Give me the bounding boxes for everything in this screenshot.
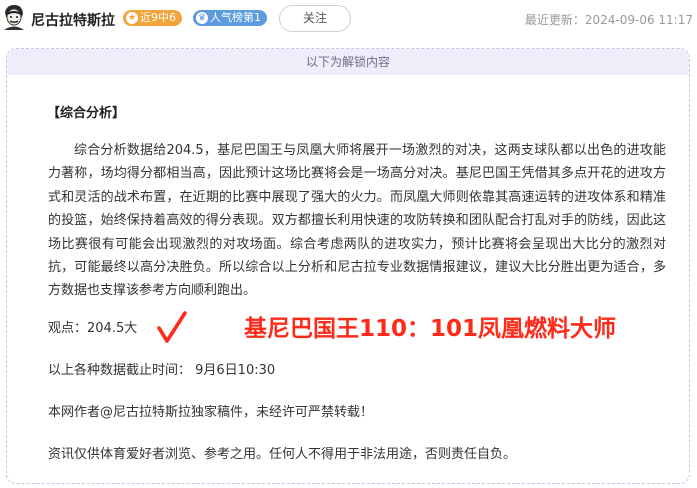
unlock-banner: 以下为解锁内容 — [7, 49, 689, 75]
section-title: 【综合分析】 — [47, 106, 126, 121]
author-name[interactable]: 尼古拉特斯拉 — [31, 10, 115, 30]
unlocked-content-card: 以下为解锁内容 【综合分析】 综合分析数据给204.5，基尼巴国王与凤凰大师将展… — [6, 48, 690, 484]
streak-badge-label: 近9中6 — [140, 11, 176, 24]
avatar-portrait-icon — [2, 4, 26, 30]
cutoff-time-line: 以上各种数据截止时间： 9月6日10:30 — [48, 363, 276, 378]
viewpoint-line: 观点：204.5大 — [48, 321, 138, 336]
disclaimer: 资讯仅供体育爱好者浏览、参考之用。任何人不得用于非法用途，否则责任自负。 — [48, 447, 517, 462]
analysis-paragraph: 综合分析数据给204.5，基尼巴国王与凤凰大师将展开一场激烈的对决，这两支球队都… — [48, 143, 666, 299]
update-time: 最近更新：2024-09-06 11:17 — [524, 13, 693, 27]
avatar[interactable] — [2, 4, 26, 30]
checkmark-icon — [157, 311, 187, 343]
popularity-badge: ♛ 人气榜第1 — [193, 10, 267, 26]
result-overlay: 基尼巴国王110：101凤凰燃料大师 — [244, 316, 617, 342]
follow-button[interactable]: 关注 — [279, 5, 351, 32]
copyright-note: 本网作者@尼古拉特斯拉独家稿件，未经许可严禁转载！ — [48, 405, 374, 420]
trophy-icon: ♛ — [196, 12, 208, 24]
streak-badge: ★ 近9中6 — [123, 10, 182, 26]
star-icon: ★ — [126, 12, 138, 24]
popularity-badge-label: 人气榜第1 — [210, 11, 261, 24]
author-header: 尼古拉特斯拉 ★ 近9中6 ♛ 人气榜第1 关注 最近更新：2024-09-06… — [0, 0, 697, 38]
